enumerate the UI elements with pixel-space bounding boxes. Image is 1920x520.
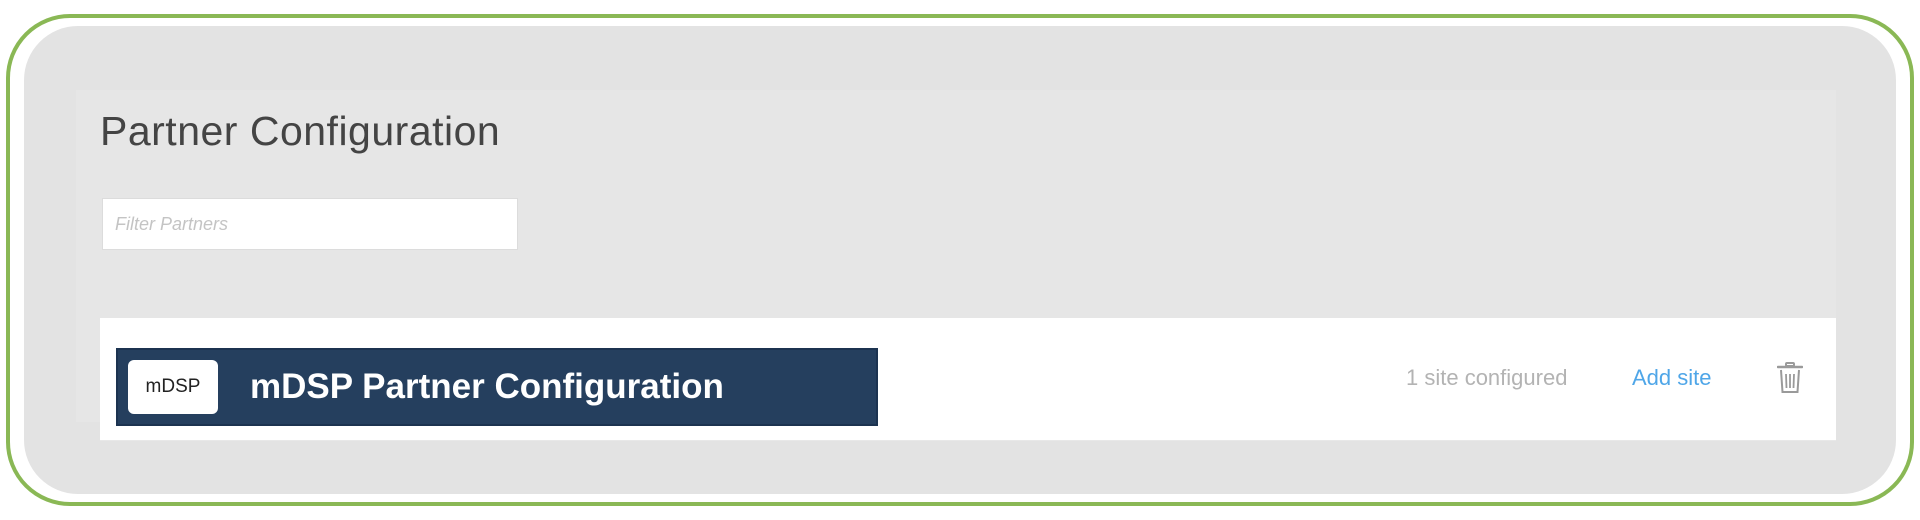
partner-row: mDSP mDSP Partner Configuration 1 site c… [100, 318, 1836, 441]
partner-name: mDSP Partner Configuration [250, 367, 724, 406]
outer-frame: Partner Configuration mDSP mDSP Partner … [6, 14, 1914, 506]
partner-configuration-panel: Partner Configuration mDSP mDSP Partner … [76, 90, 1836, 441]
trash-icon [1777, 362, 1803, 393]
partner-logo-text: mDSP [145, 376, 201, 397]
page-title: Partner Configuration [100, 108, 501, 154]
content-area: Partner Configuration mDSP mDSP Partner … [24, 26, 1896, 494]
site-count: 1 site configured [1406, 365, 1568, 390]
filter-partners-input[interactable] [102, 198, 518, 250]
add-site-link[interactable]: Add site [1632, 350, 1712, 406]
delete-partner-button[interactable] [1770, 358, 1810, 398]
partner-logo: mDSP [128, 360, 218, 414]
partner-banner[interactable]: mDSP mDSP Partner Configuration [116, 348, 878, 426]
